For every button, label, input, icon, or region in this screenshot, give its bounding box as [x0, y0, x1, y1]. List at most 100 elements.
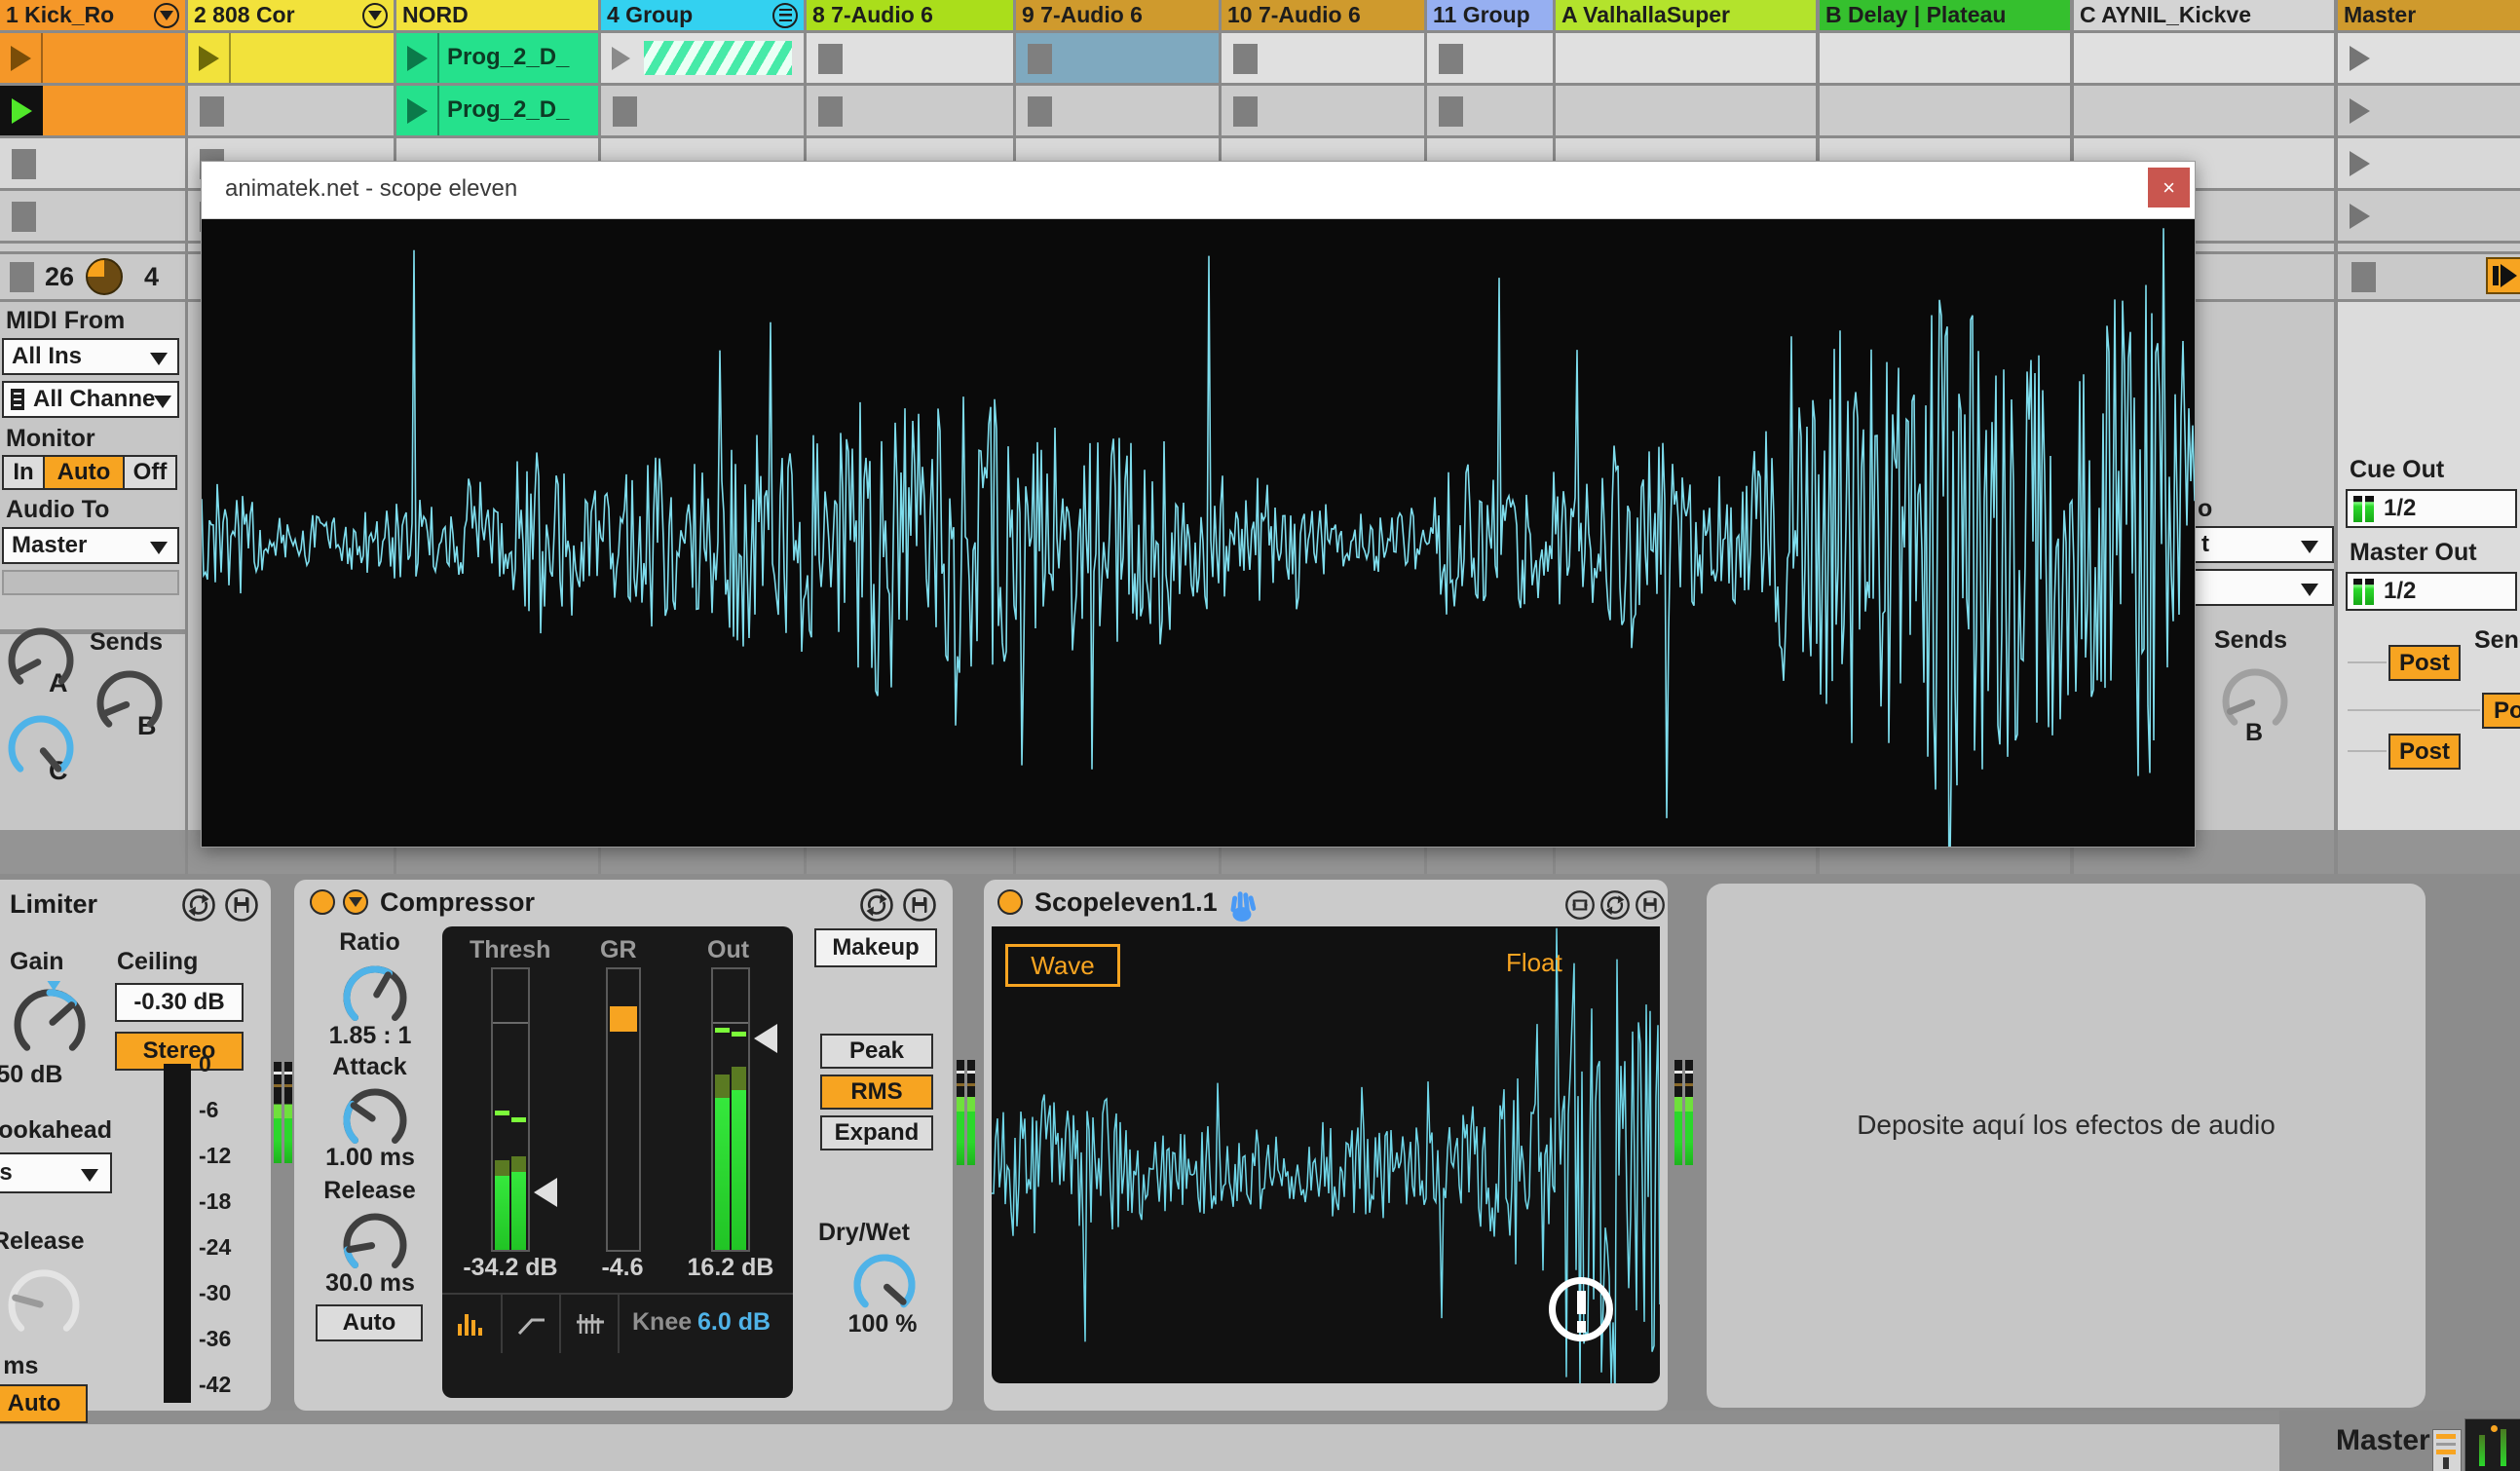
- track-header[interactable]: 10 7-Audio 6: [1222, 0, 1424, 30]
- clip-slot[interactable]: [2338, 138, 2520, 188]
- clip-stop-button[interactable]: [1233, 43, 1258, 74]
- clip-stop-button[interactable]: [818, 95, 843, 127]
- clip-stop-icon[interactable]: [612, 46, 630, 70]
- clip-play-icon[interactable]: [199, 45, 219, 71]
- back-to-arrangement-button[interactable]: [2486, 257, 2520, 294]
- sub-output-field[interactable]: [2, 570, 179, 595]
- clip[interactable]: [188, 33, 394, 83]
- post-toggle-b[interactable]: Post: [2482, 693, 2520, 729]
- track-header[interactable]: 9 7-Audio 6: [1016, 0, 1219, 30]
- scene-launch-icon[interactable]: [2350, 203, 2370, 229]
- send-C-knob[interactable]: [0, 707, 82, 789]
- clip[interactable]: Prog_2_D_: [396, 33, 598, 83]
- thresh-handle-icon[interactable]: [534, 1178, 557, 1207]
- clip-playing-icon[interactable]: [12, 97, 32, 124]
- clip-stop-button[interactable]: [1233, 95, 1258, 127]
- clip[interactable]: Prog_2_D_: [396, 86, 598, 135]
- drywet-value[interactable]: 100 %: [836, 1310, 929, 1339]
- ratio-value[interactable]: 1.85 : 1: [308, 1022, 433, 1050]
- clip-stop-button[interactable]: [200, 95, 224, 127]
- monitor-auto-button[interactable]: Auto: [43, 455, 125, 490]
- clip-slot[interactable]: [1820, 33, 2070, 83]
- clip-slot-recording-armed[interactable]: [601, 33, 804, 83]
- rms-button[interactable]: RMS: [820, 1075, 933, 1110]
- clip-slot[interactable]: [1222, 33, 1424, 83]
- clip-slot[interactable]: [1556, 33, 1816, 83]
- hot-swap-icon[interactable]: [181, 887, 216, 923]
- clip-stop-button[interactable]: [1028, 43, 1052, 74]
- clip-slot[interactable]: [2338, 191, 2520, 241]
- send-A-knob[interactable]: [0, 620, 82, 701]
- track-header[interactable]: 8 7-Audio 6: [807, 0, 1013, 30]
- playing-clip[interactable]: [0, 86, 185, 135]
- save-preset-icon[interactable]: [224, 887, 259, 923]
- return-send--b-knob[interactable]: [2214, 660, 2296, 742]
- cue-out-select[interactable]: 1/2: [2346, 489, 2517, 528]
- knee-value[interactable]: 6.0 dB: [697, 1308, 771, 1337]
- clip-slot[interactable]: [0, 138, 185, 188]
- peak-button[interactable]: Peak: [820, 1034, 933, 1069]
- menu-icon[interactable]: [772, 2, 798, 28]
- clip-slot[interactable]: [1556, 86, 1816, 135]
- clip-play-icon[interactable]: [11, 45, 31, 71]
- device-on-led[interactable]: [310, 889, 335, 915]
- comp-auto-button[interactable]: Auto: [316, 1304, 423, 1341]
- clip-stop-button[interactable]: [818, 43, 843, 74]
- thresh-meter[interactable]: [491, 967, 530, 1252]
- track-header[interactable]: Master: [2338, 0, 2520, 30]
- clip-slot[interactable]: [1016, 33, 1219, 83]
- chevron-down-icon[interactable]: [154, 2, 179, 28]
- clip[interactable]: [0, 33, 185, 83]
- close-icon[interactable]: ×: [2148, 168, 2190, 207]
- device-drop-zone[interactable]: Deposite aquí los efectos de audio: [1707, 884, 2426, 1408]
- fold-device-icon[interactable]: [343, 889, 368, 915]
- clip-stop-button[interactable]: [12, 148, 36, 179]
- limiter-auto-button[interactable]: Auto: [0, 1384, 88, 1423]
- track-header[interactable]: 1 Kick_Ro: [0, 0, 185, 30]
- float-button[interactable]: Float: [1506, 948, 1562, 978]
- scene-launch-icon[interactable]: [2350, 150, 2370, 176]
- gain-knob[interactable]: [6, 981, 94, 1069]
- clip-slot[interactable]: [0, 191, 185, 241]
- monitor-off-button[interactable]: Off: [123, 455, 177, 490]
- save-preset-icon[interactable]: [1635, 889, 1666, 921]
- track-header[interactable]: B Delay | Plateau: [1820, 0, 2070, 30]
- clip-slot[interactable]: [1016, 86, 1219, 135]
- track-header[interactable]: 4 Group: [601, 0, 804, 30]
- scope-trigger-icon[interactable]: [1549, 1277, 1613, 1341]
- midi-input-select[interactable]: All Ins: [2, 338, 179, 375]
- scene-launch-icon[interactable]: [2350, 97, 2370, 124]
- release-value[interactable]: 300 ms: [0, 1352, 75, 1380]
- wave-mode-button[interactable]: Wave: [1005, 944, 1120, 987]
- clip-stop-button[interactable]: [613, 95, 637, 127]
- clip-stop-button[interactable]: [1028, 95, 1052, 127]
- clip-stop-button[interactable]: [1439, 43, 1463, 74]
- clip-slot[interactable]: [1820, 86, 2070, 135]
- save-preset-icon[interactable]: [902, 887, 937, 923]
- activity-view-icon[interactable]: [456, 1310, 487, 1338]
- clip-slot[interactable]: [2074, 33, 2334, 83]
- expand-button[interactable]: Expand: [820, 1115, 933, 1150]
- sidechain-eq-icon[interactable]: [575, 1310, 606, 1338]
- transfer-curve-icon[interactable]: [516, 1310, 547, 1338]
- clip-slot[interactable]: [2338, 33, 2520, 83]
- clip-stop-button[interactable]: [2351, 262, 2376, 292]
- window-titlebar[interactable]: animatek.net - scope eleven ×: [202, 162, 2195, 219]
- clip-slot[interactable]: [1222, 86, 1424, 135]
- float-window-icon[interactable]: [1564, 889, 1596, 921]
- monitor-in-button[interactable]: In: [2, 455, 45, 490]
- clip-stop-button[interactable]: [1439, 95, 1463, 127]
- device-thumbnail[interactable]: [2464, 1418, 2520, 1471]
- device-thumbnail[interactable]: [2432, 1429, 2462, 1471]
- master-out-select[interactable]: 1/2: [2346, 572, 2517, 611]
- track-header[interactable]: NORD: [396, 0, 598, 30]
- track-header[interactable]: 2 808 Cor: [188, 0, 394, 30]
- clip-slot[interactable]: [807, 86, 1013, 135]
- audio-output-select[interactable]: Master: [2, 527, 179, 564]
- release-knob[interactable]: [0, 1262, 88, 1349]
- hot-swap-icon[interactable]: [859, 887, 894, 923]
- ceiling-field[interactable]: -0.30 dB: [115, 983, 244, 1022]
- clip-play-icon[interactable]: [407, 45, 428, 71]
- makeup-button[interactable]: Makeup: [814, 928, 937, 967]
- clip-slot[interactable]: [1427, 33, 1553, 83]
